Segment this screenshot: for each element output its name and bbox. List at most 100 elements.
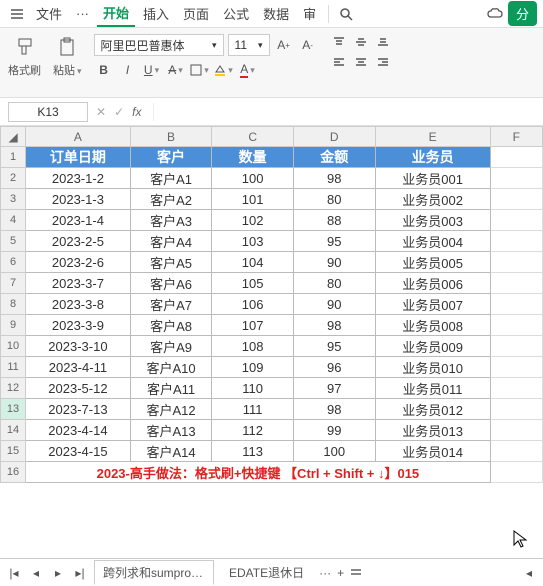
cell[interactable]: 2023-3-7 (26, 273, 131, 294)
cell[interactable]: 业务员006 (375, 273, 490, 294)
cell[interactable]: 2023-7-13 (26, 399, 131, 420)
sheet-nav-next-icon[interactable]: ▸ (50, 566, 66, 580)
cell[interactable]: 105 (212, 273, 294, 294)
row-header[interactable]: 1 (1, 147, 26, 168)
menu-home[interactable]: 开始 (97, 0, 135, 27)
cell[interactable] (490, 441, 542, 462)
font-color-button[interactable]: A▾ (238, 60, 258, 80)
cell[interactable] (490, 210, 542, 231)
align-middle-icon[interactable] (352, 34, 370, 50)
cell[interactable]: 客户A5 (130, 252, 212, 273)
cell[interactable]: 113 (212, 441, 294, 462)
font-size-select[interactable]: 11▾ (228, 34, 270, 56)
menu-formula[interactable]: 公式 (217, 1, 255, 26)
cell[interactable]: 客户A9 (130, 336, 212, 357)
cell[interactable] (490, 378, 542, 399)
cell[interactable]: 80 (293, 273, 375, 294)
scroll-left-icon[interactable]: ◂ (521, 566, 537, 580)
cell[interactable] (490, 336, 542, 357)
cell[interactable]: 2023-4-15 (26, 441, 131, 462)
cell[interactable] (490, 315, 542, 336)
cell[interactable] (490, 399, 542, 420)
cell[interactable]: 金额 (293, 147, 375, 168)
menu-page[interactable]: 页面 (177, 1, 215, 26)
row-header[interactable]: 3 (1, 189, 26, 210)
menu-more[interactable]: ··· (70, 3, 95, 24)
cell[interactable]: 客户A11 (130, 378, 212, 399)
cell[interactable]: 99 (293, 420, 375, 441)
cell[interactable] (490, 273, 542, 294)
row-header[interactable]: 12 (1, 378, 26, 399)
cell-highlight[interactable]: 2023-高手做法：格式刷+快捷键 【Ctrl + Shift + ↓】015 (26, 462, 491, 483)
cell[interactable] (490, 147, 542, 168)
cell[interactable]: 业务员002 (375, 189, 490, 210)
cell[interactable]: 业务员014 (375, 441, 490, 462)
row-header[interactable]: 10 (1, 336, 26, 357)
cell[interactable] (490, 168, 542, 189)
cell[interactable]: 108 (212, 336, 294, 357)
cell[interactable]: 88 (293, 210, 375, 231)
cell[interactable] (490, 420, 542, 441)
cell[interactable]: 业务员004 (375, 231, 490, 252)
cell[interactable]: 80 (293, 189, 375, 210)
cell[interactable]: 97 (293, 378, 375, 399)
col-header[interactable]: D (293, 127, 375, 147)
cell[interactable]: 2023-3-10 (26, 336, 131, 357)
cell[interactable]: 订单日期 (26, 147, 131, 168)
cell[interactable]: 110 (212, 378, 294, 399)
fx-label[interactable]: fx (132, 105, 141, 119)
row-header[interactable]: 8 (1, 294, 26, 315)
cell[interactable] (490, 189, 542, 210)
cell[interactable]: 客户A12 (130, 399, 212, 420)
col-header[interactable]: A (26, 127, 131, 147)
cloud-icon[interactable] (484, 3, 506, 25)
cell[interactable]: 2023-1-2 (26, 168, 131, 189)
cell[interactable]: 2023-4-14 (26, 420, 131, 441)
cell[interactable]: 业务员010 (375, 357, 490, 378)
cell[interactable] (490, 357, 542, 378)
align-right-icon[interactable] (374, 54, 392, 70)
cell[interactable] (490, 294, 542, 315)
font-family-select[interactable]: 阿里巴巴普惠体▾ (94, 34, 224, 56)
formula-input[interactable] (153, 103, 535, 121)
cell[interactable]: 客户A7 (130, 294, 212, 315)
row-header[interactable]: 6 (1, 252, 26, 273)
align-center-icon[interactable] (352, 54, 370, 70)
row-header[interactable]: 4 (1, 210, 26, 231)
sheet-nav-first-icon[interactable]: |◂ (6, 566, 22, 580)
cell[interactable]: 100 (212, 168, 294, 189)
cell[interactable]: 客户A13 (130, 420, 212, 441)
menu-file[interactable]: 文件 (30, 1, 68, 26)
cell[interactable]: 客户A10 (130, 357, 212, 378)
sheet-more-icon[interactable]: ··· (319, 566, 331, 580)
cell[interactable]: 业务员011 (375, 378, 490, 399)
cell[interactable]: 业务员003 (375, 210, 490, 231)
paste-icon[interactable] (54, 34, 80, 60)
cell[interactable]: 90 (293, 252, 375, 273)
cell[interactable]: 业务员013 (375, 420, 490, 441)
sheet-tab[interactable]: EDATE退休日 (220, 560, 313, 585)
cell[interactable]: 95 (293, 231, 375, 252)
format-painter-icon[interactable] (12, 34, 38, 60)
cell[interactable]: 业务员008 (375, 315, 490, 336)
menu-data[interactable]: 数据 (257, 1, 295, 26)
row-header[interactable]: 16 (1, 462, 26, 483)
cell[interactable]: 业务员001 (375, 168, 490, 189)
cell[interactable] (490, 462, 542, 483)
cell[interactable] (490, 231, 542, 252)
decrease-font-icon[interactable]: A- (298, 35, 318, 55)
bold-button[interactable]: B (94, 60, 114, 80)
cell[interactable]: 2023-2-6 (26, 252, 131, 273)
row-header[interactable]: 9 (1, 315, 26, 336)
italic-button[interactable]: I (118, 60, 138, 80)
share-button[interactable]: 分 (508, 1, 537, 26)
cell[interactable]: 95 (293, 336, 375, 357)
align-top-icon[interactable] (330, 34, 348, 50)
col-header[interactable]: B (130, 127, 212, 147)
cell[interactable]: 112 (212, 420, 294, 441)
cell[interactable]: 客户A4 (130, 231, 212, 252)
row-header[interactable]: 15 (1, 441, 26, 462)
fill-color-button[interactable]: ▾ (214, 60, 234, 80)
row-header[interactable]: 11 (1, 357, 26, 378)
cell[interactable]: 客户A8 (130, 315, 212, 336)
